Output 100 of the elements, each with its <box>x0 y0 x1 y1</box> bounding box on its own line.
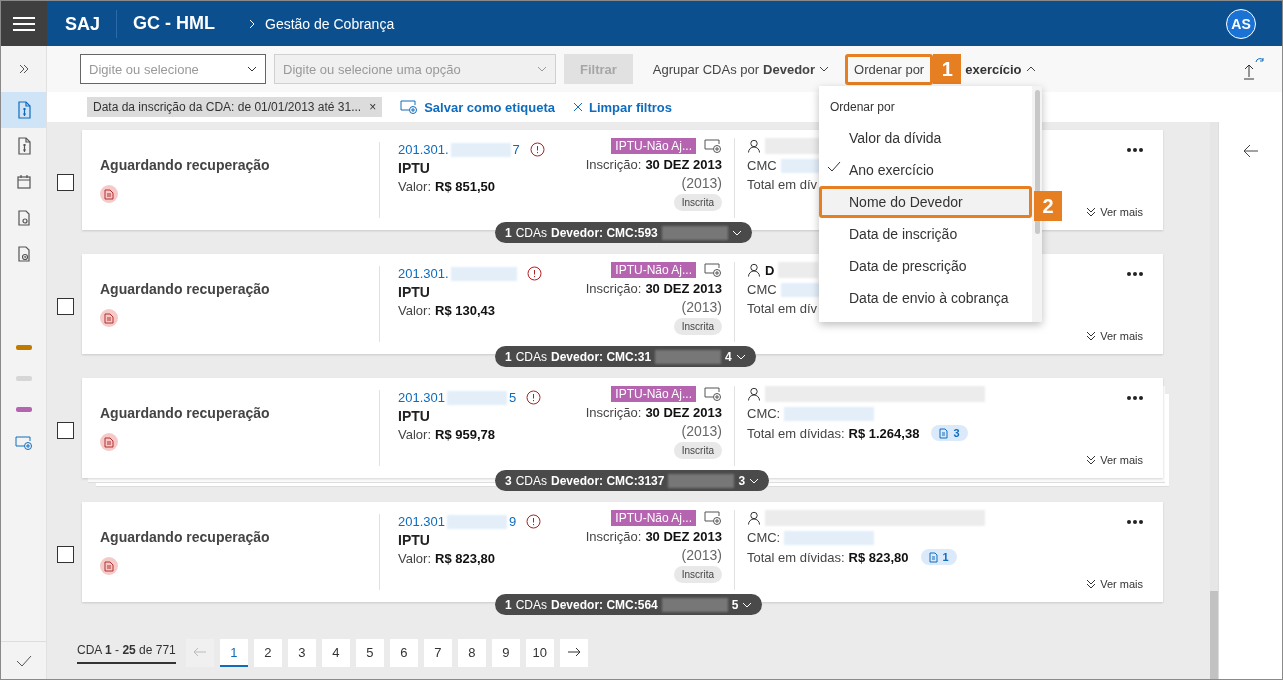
person-icon <box>747 263 761 277</box>
status-text: Aguardando recuperação <box>100 281 271 297</box>
row-checkbox[interactable] <box>57 173 74 191</box>
group-toggle[interactable]: 1 CDAs Devedor: CMC:31 4 <box>495 346 756 367</box>
more-icon <box>1127 272 1143 276</box>
cda-number-link[interactable]: 9 <box>509 514 517 529</box>
blurred-text <box>450 142 511 157</box>
save-label-link[interactable]: Salvar como etiqueta <box>400 99 555 115</box>
tax-tag[interactable]: IPTU-Não Aj... <box>611 138 696 154</box>
menu-item[interactable]: Nome do Devedor <box>819 186 1032 218</box>
see-more-button[interactable]: Ver mais <box>1086 206 1143 218</box>
page-button[interactable]: 6 <box>389 639 418 667</box>
page-button[interactable]: 9 <box>491 639 520 667</box>
page-button[interactable]: 10 <box>525 639 554 667</box>
more-icon <box>1127 396 1143 400</box>
total-label: Total em dív <box>747 301 818 316</box>
document-icon <box>939 427 949 439</box>
total-amount: R$ 823,80 <box>848 549 909 565</box>
person-icon <box>747 139 761 153</box>
filter-chip[interactable]: Data da inscrição da CDA: de 01/01/2013 até 31... × <box>87 97 383 117</box>
documents-count[interactable]: 3 <box>931 425 968 441</box>
close-icon <box>572 102 583 112</box>
scrollbar-thumb[interactable] <box>1034 90 1040 234</box>
label-marker[interactable] <box>15 376 32 381</box>
page-button[interactable]: 2 <box>253 639 282 667</box>
total-label: Total em dívidas: <box>747 425 845 441</box>
export-refresh-icon[interactable] <box>1242 55 1264 80</box>
tax-type: IPTU <box>398 408 431 424</box>
year-text: (2013) <box>681 547 722 563</box>
blurred-text <box>447 514 507 529</box>
menu-heading: Ordenar por <box>829 99 896 116</box>
total-label: Total em dív <box>747 177 818 192</box>
person-icon <box>747 511 761 525</box>
tax-tag[interactable]: IPTU-Não Aj... <box>611 510 696 526</box>
double-chevron-icon <box>1086 455 1097 465</box>
page-button[interactable]: 7 <box>423 639 452 667</box>
see-more-button[interactable]: Ver mais <box>1086 330 1143 342</box>
chevron-icon <box>537 66 547 72</box>
status-text: Aguardando recuperação <box>100 529 271 545</box>
group-toggle[interactable]: 1 CDAs Devedor: CMC:593 <box>495 222 752 243</box>
menu-button[interactable] <box>1 1 47 46</box>
chevron-right-icon <box>249 18 255 29</box>
situation-pill: Inscrita <box>673 194 722 211</box>
situation-pill: Inscrita <box>673 442 722 459</box>
cda-number-link[interactable]: 201.301 <box>398 514 445 529</box>
breadcrumb[interactable]: Gestão de Cobrança <box>265 15 395 32</box>
page-button[interactable]: 5 <box>355 639 384 667</box>
year-text: (2013) <box>681 175 722 191</box>
next-page-button[interactable] <box>559 639 588 667</box>
inscription-date: 30 DEZ 2013 <box>645 405 722 420</box>
cda-number-link[interactable]: 7 <box>512 142 520 157</box>
year-text: (2013) <box>681 299 722 315</box>
group-by-dropdown[interactable]: Agrupar CDAs por Devedor <box>648 61 834 77</box>
value-amount: R$ 130,43 <box>435 303 495 318</box>
clear-filters-link[interactable]: Limpar filtros <box>572 99 673 115</box>
back-arrow-icon[interactable] <box>1242 144 1259 158</box>
person-icon <box>747 387 761 401</box>
environment-title: GC - HML <box>132 13 215 34</box>
more-icon <box>1127 520 1143 524</box>
value-amount: R$ 959,78 <box>435 427 495 442</box>
see-more-button[interactable]: Ver mais <box>1086 454 1143 466</box>
label-marker[interactable] <box>15 345 32 350</box>
annotation-number: 2 <box>1034 191 1062 221</box>
user-avatar[interactable]: AS <box>1226 8 1256 39</box>
chevron-icon <box>731 229 742 236</box>
page-button[interactable]: 4 <box>321 639 350 667</box>
cmc-label: CMC: <box>747 530 781 545</box>
row-checkbox[interactable] <box>57 545 74 563</box>
documents-count[interactable]: 1 <box>920 549 957 565</box>
tax-tag[interactable]: IPTU-Não Aj... <box>611 386 696 402</box>
page-button[interactable]: 1 <box>219 639 248 667</box>
page-button[interactable]: 8 <box>457 639 486 667</box>
group-toggle[interactable]: 1 CDAs Devedor: CMC:564 5 <box>495 594 763 615</box>
value-label: Valor: <box>398 179 431 194</box>
page-button[interactable]: 3 <box>287 639 316 667</box>
cmc-label: CMC: <box>747 406 781 421</box>
label-marker[interactable] <box>15 407 32 412</box>
alert-icon <box>529 142 545 157</box>
tax-tag[interactable]: IPTU-Não Aj... <box>611 262 696 278</box>
tag-add-icon <box>704 263 722 277</box>
inscription-label: Inscrição: <box>585 529 642 544</box>
blurred-text <box>447 390 507 405</box>
calendar-icon <box>15 174 32 190</box>
rail-button[interactable] <box>1 92 46 128</box>
tax-type: IPTU <box>398 160 431 176</box>
cda-number-link[interactable]: 201.301. <box>398 266 449 281</box>
see-more-button[interactable]: Ver mais <box>1086 578 1143 590</box>
tax-type: IPTU <box>398 284 431 300</box>
row-checkbox[interactable] <box>57 421 74 439</box>
scrollbar-thumb[interactable] <box>1210 591 1218 679</box>
cda-number-link[interactable]: 201.301 <box>398 390 445 405</box>
tag-add-icon <box>704 511 722 525</box>
sort-dropdown[interactable]: exercício <box>961 61 1040 77</box>
tag-add-icon <box>704 139 722 153</box>
cda-number-link[interactable]: 5 <box>509 390 517 405</box>
group-toggle[interactable]: 3 CDAs Devedor: CMC:3137 3 <box>495 470 770 491</box>
inscription-label: Inscrição: <box>585 405 642 420</box>
status-icon <box>100 433 118 451</box>
row-checkbox[interactable] <box>57 297 74 315</box>
cda-number-link[interactable]: 201.301. <box>398 142 449 157</box>
